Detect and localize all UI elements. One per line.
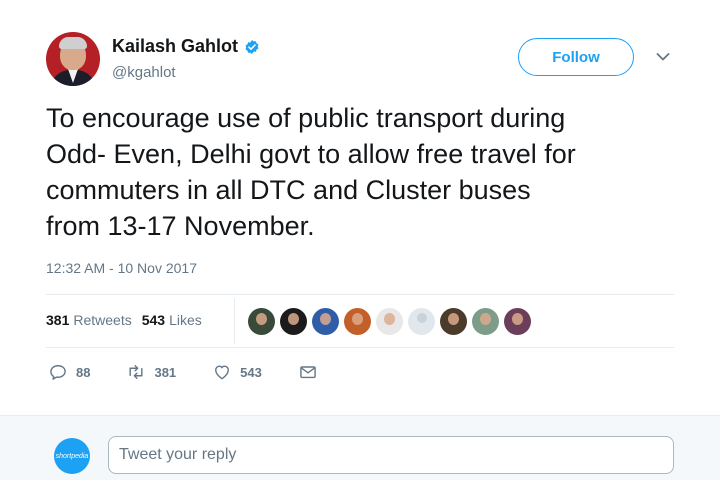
liker-avatar[interactable] xyxy=(472,308,499,335)
reply-icon xyxy=(50,365,66,380)
tweet-stats: 381 Retweets 543 Likes xyxy=(46,312,202,328)
author-handle[interactable]: @kgahlot xyxy=(112,64,176,81)
direct-message-action[interactable] xyxy=(298,362,318,382)
chevron-down-icon[interactable] xyxy=(656,52,670,62)
liker-avatar[interactable] xyxy=(440,308,467,335)
retweet-action[interactable]: 381 xyxy=(126,362,176,382)
author-name[interactable]: Kailash Gahlot xyxy=(112,36,238,57)
likers-avatars xyxy=(248,308,531,335)
reply-action[interactable]: 88 xyxy=(48,362,90,382)
like-count: 543 xyxy=(240,364,262,380)
follow-button[interactable]: Follow xyxy=(518,38,634,76)
retweet-icon xyxy=(129,365,144,379)
avatar-hair xyxy=(59,37,87,49)
retweets-label: Retweets xyxy=(73,312,132,328)
liker-avatar[interactable] xyxy=(408,308,435,335)
reply-count: 88 xyxy=(76,364,91,380)
likes-stat[interactable]: 543 Likes xyxy=(142,312,202,328)
divider xyxy=(46,294,674,295)
verified-badge-icon xyxy=(245,39,259,54)
liker-avatar[interactable] xyxy=(248,308,275,335)
heart-icon xyxy=(215,365,230,380)
retweets-stat[interactable]: 381 Retweets xyxy=(46,312,132,328)
reply-input[interactable] xyxy=(108,436,674,474)
retweets-count: 381 xyxy=(46,312,70,328)
author-name-row: Kailash Gahlot xyxy=(112,36,260,57)
reply-user-avatar: shortpedia xyxy=(54,438,90,474)
liker-avatar[interactable] xyxy=(376,308,403,335)
tweet-timestamp[interactable]: 12:32 AM - 10 Nov 2017 xyxy=(46,260,197,276)
like-action[interactable]: 543 xyxy=(212,362,262,382)
tweet-actions: 88 381 543 xyxy=(48,362,354,382)
likes-label: Likes xyxy=(169,312,202,328)
likes-count: 543 xyxy=(141,312,166,328)
divider xyxy=(46,347,674,348)
envelope-icon xyxy=(300,366,316,379)
liker-avatar[interactable] xyxy=(312,308,339,335)
liker-avatar[interactable] xyxy=(504,308,531,335)
liker-avatar[interactable] xyxy=(344,308,371,335)
author-avatar[interactable] xyxy=(46,32,100,86)
reply-area: shortpedia xyxy=(0,415,720,480)
retweet-count: 381 xyxy=(154,364,177,380)
tweet-card: Kailash Gahlot @kgahlot Follow To encour… xyxy=(0,0,720,415)
stats-separator xyxy=(234,298,235,344)
tweet-text: To encourage use of public transport dur… xyxy=(46,103,576,241)
liker-avatar[interactable] xyxy=(280,308,307,335)
